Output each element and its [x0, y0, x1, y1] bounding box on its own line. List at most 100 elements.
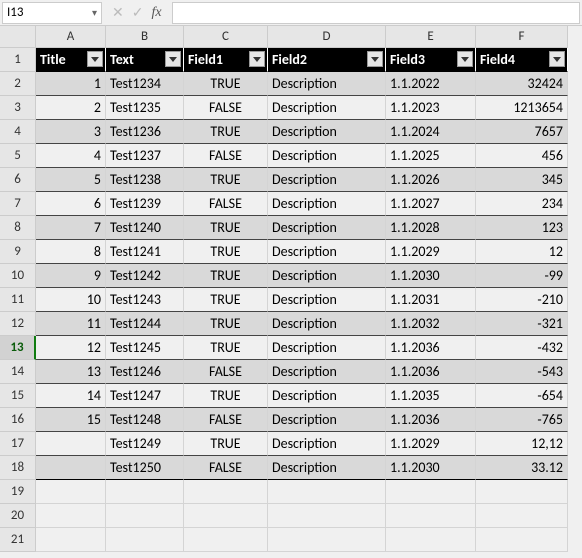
cell[interactable]: [476, 528, 568, 552]
row-header-9[interactable]: 9: [0, 240, 36, 264]
cell[interactable]: Description: [268, 288, 386, 312]
row-header-3[interactable]: 3: [0, 96, 36, 120]
row-header-1[interactable]: 1: [0, 48, 36, 72]
cell[interactable]: 5: [36, 168, 106, 192]
cell[interactable]: Test1240: [106, 216, 184, 240]
cell[interactable]: Description: [268, 240, 386, 264]
cell[interactable]: [36, 504, 106, 528]
cell[interactable]: Description: [268, 168, 386, 192]
cell[interactable]: 1.1.2030: [386, 456, 476, 480]
cell[interactable]: Test1248: [106, 408, 184, 432]
column-header-E[interactable]: E: [386, 26, 476, 48]
cell[interactable]: -321: [476, 312, 568, 336]
cell[interactable]: 1213654: [476, 96, 568, 120]
column-header-B[interactable]: B: [106, 26, 184, 48]
row-header-21[interactable]: 21: [0, 528, 36, 552]
cell[interactable]: Test1247: [106, 384, 184, 408]
cell[interactable]: [36, 528, 106, 552]
cell[interactable]: 6: [36, 192, 106, 216]
cell[interactable]: Test1243: [106, 288, 184, 312]
cell[interactable]: [36, 480, 106, 504]
filter-dropdown-icon[interactable]: [249, 51, 265, 67]
row-header-20[interactable]: 20: [0, 504, 36, 528]
cell[interactable]: [184, 528, 268, 552]
cell[interactable]: 1.1.2036: [386, 360, 476, 384]
table-header-text[interactable]: Text: [106, 48, 184, 72]
cell[interactable]: Description: [268, 456, 386, 480]
cell[interactable]: Test1238: [106, 168, 184, 192]
cell[interactable]: -654: [476, 384, 568, 408]
cell[interactable]: Description: [268, 264, 386, 288]
cell[interactable]: Description: [268, 96, 386, 120]
cell[interactable]: [36, 432, 106, 456]
cell[interactable]: TRUE: [184, 384, 268, 408]
cell[interactable]: -432: [476, 336, 568, 360]
cell[interactable]: Description: [268, 120, 386, 144]
cell[interactable]: Description: [268, 432, 386, 456]
cell[interactable]: 12: [476, 240, 568, 264]
filter-dropdown-icon[interactable]: [549, 51, 565, 67]
table-header-field4[interactable]: Field4: [476, 48, 568, 72]
cell[interactable]: 1.1.2032: [386, 312, 476, 336]
row-header-19[interactable]: 19: [0, 480, 36, 504]
cell[interactable]: [386, 504, 476, 528]
cell[interactable]: Description: [268, 72, 386, 96]
fx-icon[interactable]: fx: [151, 5, 161, 21]
column-header-D[interactable]: D: [268, 26, 386, 48]
column-header-F[interactable]: F: [476, 26, 568, 48]
row-header-2[interactable]: 2: [0, 72, 36, 96]
table-header-title[interactable]: Title: [36, 48, 106, 72]
cell[interactable]: TRUE: [184, 216, 268, 240]
row-header-4[interactable]: 4: [0, 120, 36, 144]
cell[interactable]: -210: [476, 288, 568, 312]
row-header-15[interactable]: 15: [0, 384, 36, 408]
cell[interactable]: TRUE: [184, 336, 268, 360]
cell[interactable]: FALSE: [184, 144, 268, 168]
cell[interactable]: 7: [36, 216, 106, 240]
table-header-field1[interactable]: Field1: [184, 48, 268, 72]
cell[interactable]: 1.1.2022: [386, 72, 476, 96]
cell[interactable]: [476, 504, 568, 528]
cell[interactable]: 1.1.2036: [386, 408, 476, 432]
cell[interactable]: 1.1.2024: [386, 120, 476, 144]
cell[interactable]: Test1235: [106, 96, 184, 120]
cell[interactable]: Test1239: [106, 192, 184, 216]
cell[interactable]: Description: [268, 144, 386, 168]
row-header-12[interactable]: 12: [0, 312, 36, 336]
table-header-field2[interactable]: Field2: [268, 48, 386, 72]
cell[interactable]: 32424: [476, 72, 568, 96]
cell[interactable]: 1.1.2030: [386, 264, 476, 288]
cell[interactable]: TRUE: [184, 312, 268, 336]
cell[interactable]: TRUE: [184, 264, 268, 288]
cell[interactable]: [106, 480, 184, 504]
cell[interactable]: 456: [476, 144, 568, 168]
cell[interactable]: Test1246: [106, 360, 184, 384]
cell[interactable]: 15: [36, 408, 106, 432]
cell[interactable]: 3: [36, 120, 106, 144]
cell[interactable]: -543: [476, 360, 568, 384]
cell[interactable]: 1.1.2035: [386, 384, 476, 408]
name-box-dropdown-icon[interactable]: ▾: [92, 6, 97, 19]
cancel-icon[interactable]: ✕: [112, 4, 124, 21]
cell[interactable]: Test1249: [106, 432, 184, 456]
cell[interactable]: 1.1.2031: [386, 288, 476, 312]
cell[interactable]: [386, 528, 476, 552]
cell[interactable]: Description: [268, 384, 386, 408]
cell[interactable]: [268, 480, 386, 504]
row-header-7[interactable]: 7: [0, 192, 36, 216]
cell[interactable]: 10: [36, 288, 106, 312]
cell[interactable]: TRUE: [184, 168, 268, 192]
cell[interactable]: Test1250: [106, 456, 184, 480]
cell[interactable]: 2: [36, 96, 106, 120]
cell[interactable]: 33.12: [476, 456, 568, 480]
cell[interactable]: [106, 528, 184, 552]
cell[interactable]: Test1236: [106, 120, 184, 144]
cell[interactable]: [184, 504, 268, 528]
cell[interactable]: FALSE: [184, 408, 268, 432]
enter-icon[interactable]: ✓: [132, 4, 144, 21]
cell[interactable]: Test1245: [106, 336, 184, 360]
filter-dropdown-icon[interactable]: [165, 51, 181, 67]
column-header-A[interactable]: A: [36, 26, 106, 48]
cell[interactable]: -99: [476, 264, 568, 288]
cell[interactable]: 13: [36, 360, 106, 384]
